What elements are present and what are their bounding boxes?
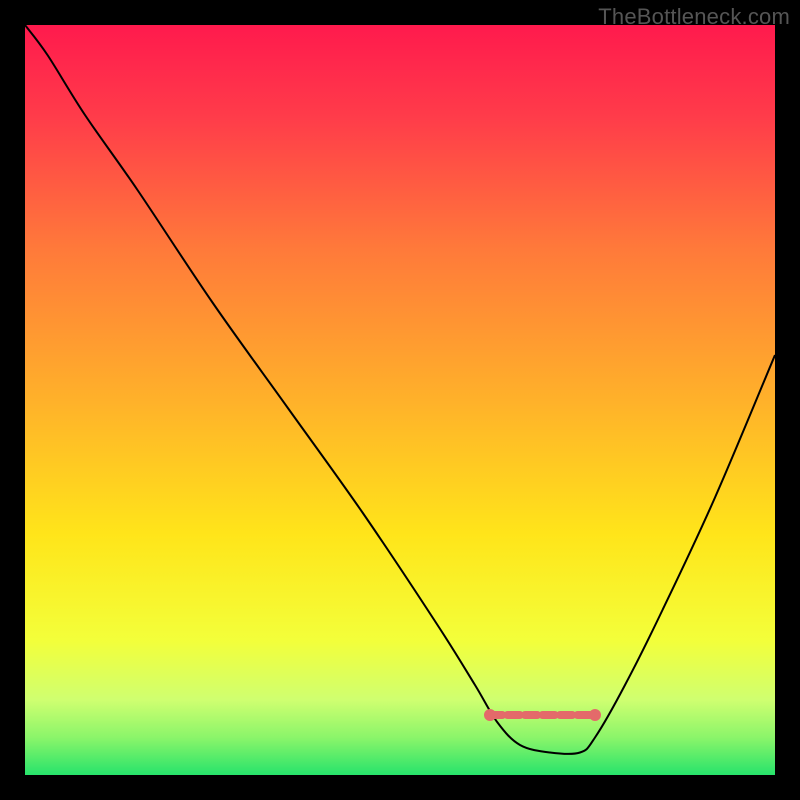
optimal-range-end-dot bbox=[589, 709, 601, 721]
gradient-background bbox=[25, 25, 775, 775]
watermark-text: TheBottleneck.com bbox=[598, 4, 790, 30]
bottleneck-heatmap-plot bbox=[25, 25, 775, 775]
optimal-range-start-dot bbox=[484, 709, 496, 721]
chart-container: TheBottleneck.com bbox=[0, 0, 800, 800]
